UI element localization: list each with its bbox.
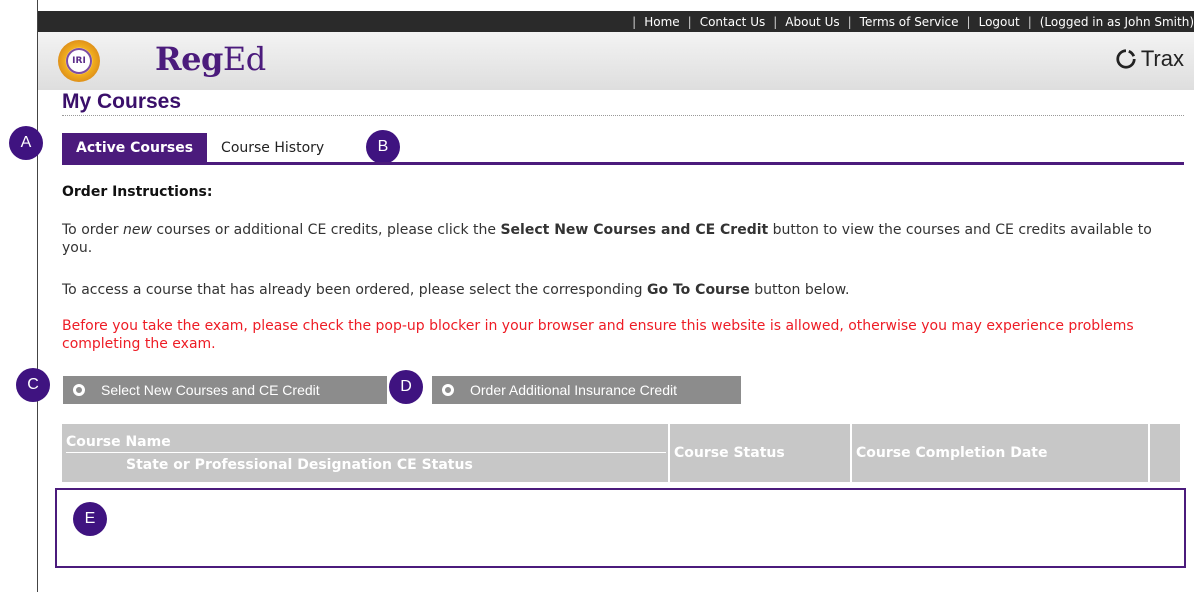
col-ce-status-label: State or Professional Designation CE Sta…	[126, 456, 473, 473]
select-new-courses-label: Select New Courses and CE Credit	[101, 382, 320, 398]
brand-bold: Reg	[155, 40, 223, 78]
col-completion-date: Course Completion Date	[852, 424, 1150, 482]
trax-ring-icon	[1116, 49, 1136, 69]
iri-seal-text: IRI	[66, 48, 92, 74]
instructions-paragraph-1: To order new courses or additional CE cr…	[62, 222, 1152, 256]
badge-b: B	[366, 130, 400, 164]
circle-icon	[442, 384, 454, 396]
top-nav-bar: | Home | Contact Us | About Us | Terms o…	[38, 11, 1194, 32]
badge-c: C	[16, 368, 50, 402]
tab-course-history[interactable]: Course History	[207, 133, 339, 163]
title-divider	[62, 115, 1184, 116]
site-header: IRI RegEd Trax	[38, 32, 1194, 90]
tab-active-courses[interactable]: Active Courses	[62, 133, 208, 163]
col-actions	[1150, 424, 1180, 482]
popup-blocker-warning: Before you take the exam, please check t…	[62, 318, 1134, 352]
circle-icon	[73, 384, 85, 396]
instructions-paragraph-2: To access a course that has already been…	[62, 282, 850, 298]
page-title: My Courses	[62, 90, 182, 113]
nav-home-link[interactable]: Home	[644, 15, 679, 29]
nav-logout-link[interactable]: Logout	[979, 15, 1020, 29]
course-tabs: Active Courses Course History	[62, 133, 339, 163]
nav-terms-link[interactable]: Terms of Service	[860, 15, 959, 29]
order-additional-credit-label: Order Additional Insurance Credit	[470, 382, 677, 398]
nav-about-link[interactable]: About Us	[785, 15, 839, 29]
nav-contact-link[interactable]: Contact Us	[700, 15, 766, 29]
col-course-name: Course Name State or Professional Design…	[62, 424, 670, 482]
select-new-courses-button[interactable]: Select New Courses and CE Credit	[63, 376, 387, 404]
order-additional-credit-button[interactable]: Order Additional Insurance Credit	[432, 376, 741, 404]
col-course-name-label: Course Name	[66, 434, 666, 453]
courses-table-header: Course Name State or Professional Design…	[62, 424, 1180, 482]
reged-logo[interactable]: RegEd	[155, 40, 266, 78]
top-nav: | Home | Contact Us | About Us | Terms o…	[632, 14, 1194, 29]
badge-d: D	[389, 370, 423, 404]
trax-label: Trax	[1140, 46, 1184, 71]
order-instructions-title: Order Instructions:	[62, 184, 213, 200]
logged-in-status: (Logged in as John Smith)	[1039, 14, 1194, 29]
tab-underline	[62, 162, 1184, 165]
badge-a: A	[9, 126, 43, 160]
col-course-status: Course Status	[670, 424, 852, 482]
iri-seal-logo: IRI	[58, 40, 100, 82]
trax-logo: Trax	[1115, 46, 1184, 72]
brand-light: Ed	[222, 40, 266, 78]
course-list-area	[55, 488, 1186, 568]
